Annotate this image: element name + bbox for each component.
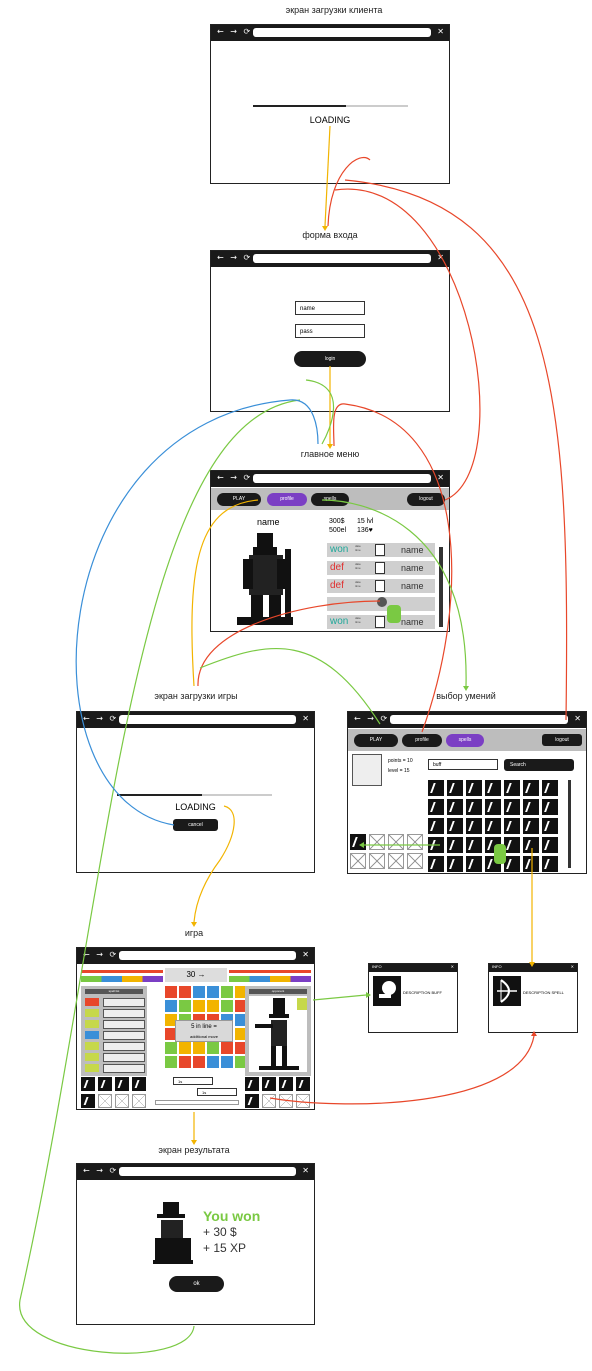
arrow-logout-to-login (334, 188, 481, 501)
arrow-spells-to-skill (321, 499, 467, 687)
arrowhead (191, 1140, 197, 1145)
arrowhead (531, 1031, 537, 1036)
arrowhead (322, 226, 328, 231)
arrow-profile-back (332, 403, 453, 733)
arrow-skill-play (199, 648, 381, 725)
arrowhead (191, 922, 197, 927)
arrow-heads (191, 226, 537, 1145)
arrowhead (463, 686, 469, 691)
arrow-green-login (305, 379, 335, 445)
arrow-skill-logout (344, 179, 568, 721)
arrow-cancel-to-menu (75, 399, 319, 826)
arrow-result-to-menu (19, 399, 301, 1354)
arrow-history-to-game (197, 600, 381, 687)
arrow-red-1 (327, 156, 371, 227)
arrowhead (366, 992, 371, 998)
arrow-game-to-buff-info (312, 994, 367, 1001)
arrowhead (529, 962, 535, 967)
arrow-game-to-spell-info (269, 1035, 535, 1105)
arrow-loading-to-game (193, 805, 235, 923)
arrowhead (359, 842, 364, 848)
flow-connectors (19, 125, 568, 1354)
arrowhead (327, 444, 333, 449)
